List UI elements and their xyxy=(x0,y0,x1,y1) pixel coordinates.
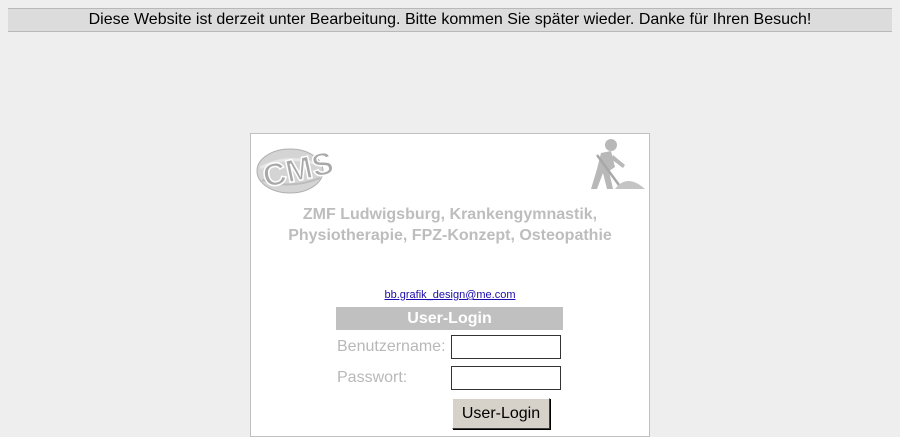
password-label: Passwort: xyxy=(337,369,408,386)
username-input[interactable] xyxy=(451,335,561,359)
maintenance-notice: Diese Website ist derzeit unter Bearbeit… xyxy=(8,8,892,32)
maintenance-notice-text: Diese Website ist derzeit unter Bearbeit… xyxy=(88,11,812,28)
site-title-line-2: Physiotherapie, FPZ-Konzept, Osteopathie xyxy=(288,227,612,244)
login-button[interactable]: User-Login xyxy=(452,398,550,429)
site-title: ZMF Ludwigsburg, Krankengymnastik, Physi… xyxy=(251,204,649,246)
login-header: User-Login xyxy=(336,307,563,330)
site-title-line-1: ZMF Ludwigsburg, Krankengymnastik, xyxy=(302,206,598,223)
login-panel: CMS ZMF Ludwigsburg, Krankengymnastik, P… xyxy=(250,133,650,437)
svg-text:CMS: CMS xyxy=(259,144,336,194)
contact-email-link[interactable]: bb.grafik_design@me.com xyxy=(251,289,649,301)
username-label: Benutzername: xyxy=(337,338,446,355)
cms-logo-icon: CMS xyxy=(256,144,336,195)
construction-worker-icon xyxy=(591,139,645,189)
password-input[interactable] xyxy=(451,366,561,390)
